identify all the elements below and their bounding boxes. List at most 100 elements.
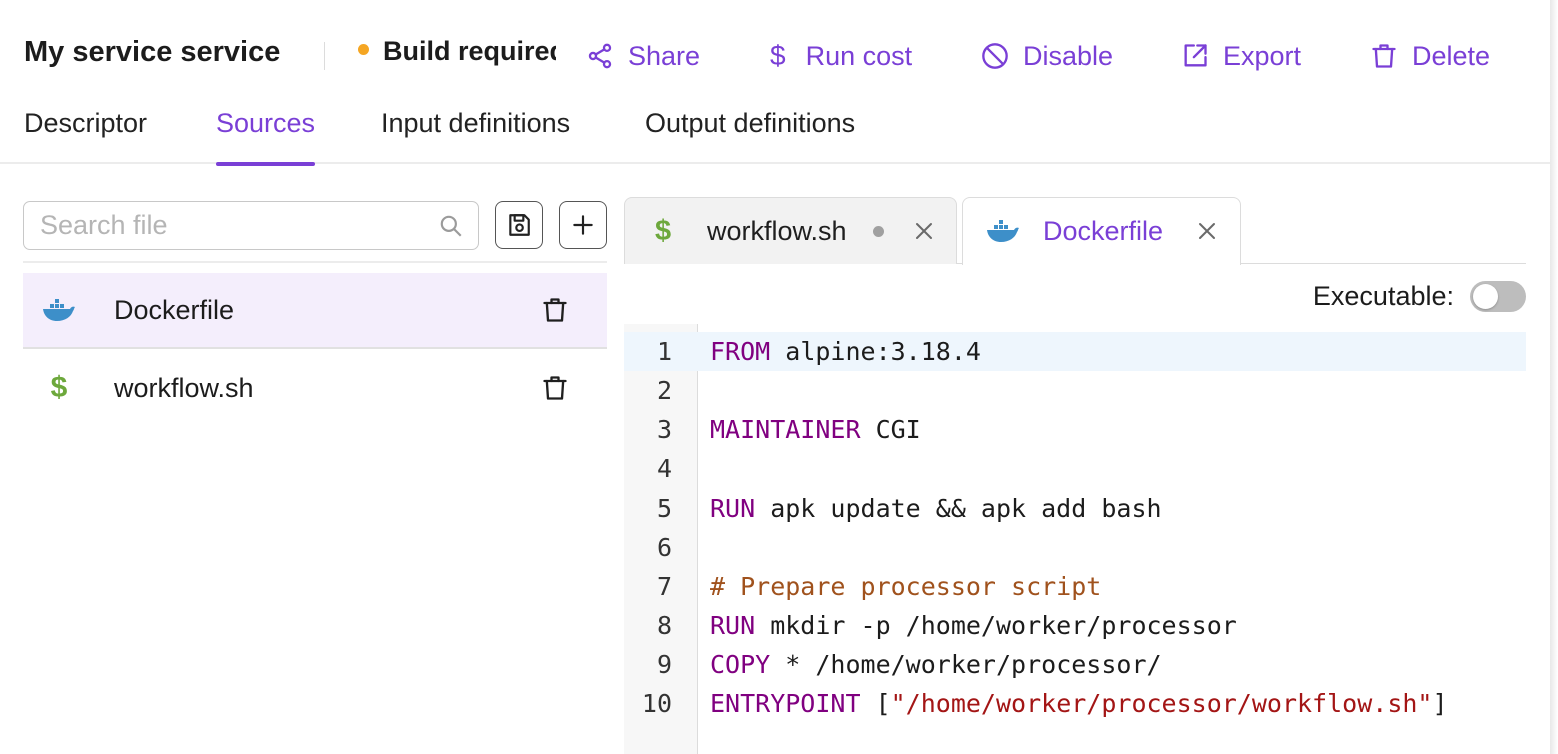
export-label: Export [1223,40,1302,71]
main-tabs: Descriptor Sources Input definitions Out… [0,100,1550,166]
page-edge-shadow [1550,0,1558,754]
line-number: 3 [656,415,672,444]
share-button[interactable]: Share [586,34,700,78]
dollar-icon: $ [770,40,786,71]
dollar-icon: $ [50,371,68,404]
docker-icon [41,295,77,325]
disable-button[interactable]: Disable [981,34,1113,78]
line-number: 4 [656,454,672,483]
line-number: 9 [656,650,672,679]
code-line: 8 RUN mkdir -p /home/worker/processor [624,606,1526,645]
export-button[interactable]: Export [1181,34,1301,78]
close-icon [1199,223,1215,239]
file-list-divider [23,261,607,263]
code-text: COPY * /home/worker/processor/ [698,650,1162,679]
status-dot-icon [358,44,369,56]
search-input[interactable] [40,210,420,241]
line-number: 2 [656,376,672,405]
code-text: ENTRYPOINT ["/home/worker/processor/work… [698,689,1448,718]
status-badge: Build required [358,36,556,76]
save-button[interactable] [495,201,543,249]
code-rest: alpine:3.18.4 [770,337,981,366]
code-keyword: RUN [710,494,756,523]
close-tab-button[interactable] [1195,219,1219,248]
trash-icon [543,298,567,322]
page-title: My service service [24,36,281,68]
delete-file-button[interactable] [541,374,569,402]
editor-tab-workflow-sh[interactable]: $ workflow.sh [624,197,957,264]
modified-dot-icon [873,225,884,237]
code-rest: * /home/worker/processor/ [770,650,1162,679]
file-search-box[interactable] [23,201,479,250]
code-rest: CGI [860,415,921,444]
line-number: 5 [656,494,672,523]
close-icon [916,223,932,239]
code-line: 7 # Prepare processor script [624,567,1526,606]
editor-tab-label: Dockerfile [1043,216,1164,246]
disable-label: Disable [1023,40,1114,71]
code-line: 9 COPY * /home/worker/processor/ [624,645,1526,684]
code-line: 6 [624,528,1526,567]
tab-output-definitions[interactable]: Output definitions [645,108,855,164]
executable-row: Executable: [1180,276,1526,316]
code-text: RUN mkdir -p /home/worker/processor [698,611,1237,640]
code-rest: [ [860,689,891,718]
executable-toggle[interactable] [1470,280,1526,312]
code-text: MAINTAINER CGI [698,415,921,444]
disable-icon [982,43,1008,69]
code-text: RUN apk update && apk add bash [698,494,1162,523]
docker-icon [985,218,1021,249]
code-text: FROM alpine:3.18.4 [698,337,981,366]
trash-icon [543,376,567,400]
search-icon [440,215,462,237]
file-name: Dockerfile [114,294,235,325]
code-rest: apk update && apk add bash [755,494,1162,523]
dollar-icon: $ [655,214,672,247]
line-number: 10 [641,689,672,718]
run-cost-button[interactable]: $ Run cost [770,34,912,78]
line-number: 6 [656,533,672,562]
editor-tab-dockerfile[interactable]: Dockerfile [962,197,1241,265]
service-header: My service service Build required Share … [0,0,1550,110]
close-tab-button[interactable] [912,219,936,248]
code-keyword: ENTRYPOINT [710,689,861,718]
code-line: 4 [624,449,1526,488]
file-name: workflow.sh [114,372,254,403]
trash-icon [1372,44,1396,68]
delete-file-button[interactable] [541,296,569,324]
export-icon [1184,44,1207,67]
code-line: 1 FROM alpine:3.18.4 [624,332,1526,371]
header-divider [324,42,325,70]
share-label: Share [628,40,701,71]
run-cost-label: Run cost [805,40,913,71]
line-number: 8 [656,611,672,640]
file-item-dockerfile[interactable]: Dockerfile [23,273,607,349]
code-tail: ] [1432,689,1448,718]
code-keyword: RUN [710,611,756,640]
code-comment: # Prepare processor script [710,572,1102,601]
line-number: 7 [656,572,672,601]
code-line: 2 [624,371,1526,410]
code-keyword: FROM [710,337,771,366]
editor-tab-label: workflow.sh [707,215,847,246]
tab-descriptor[interactable]: Descriptor [24,108,147,164]
code-rest: mkdir -p /home/worker/processor [755,611,1237,640]
status-text: Build required [383,36,556,66]
code-editor[interactable]: 1 FROM alpine:3.18.4 2 3 MAINTAINER CGI … [624,324,1526,754]
delete-button[interactable]: Delete [1370,34,1490,78]
code-keyword: COPY [710,650,771,679]
code-keyword: MAINTAINER [710,415,861,444]
file-item-workflow-sh[interactable]: $ workflow.sh [23,350,607,426]
save-icon [509,214,530,236]
tab-input-definitions[interactable]: Input definitions [381,108,570,164]
code-string: "/home/worker/processor/workflow.sh" [890,689,1433,718]
delete-label: Delete [1412,40,1491,71]
code-line: 5 RUN apk update && apk add bash [624,489,1526,528]
editor-tabs: $ workflow.sh Dockerfile [624,197,1526,265]
add-file-button[interactable] [559,201,607,249]
executable-label: Executable: [1312,280,1454,311]
plus-icon [573,215,593,235]
code-line: 10 ENTRYPOINT ["/home/worker/processor/w… [624,684,1526,723]
tab-sources[interactable]: Sources [216,108,316,166]
share-icon [588,43,612,69]
